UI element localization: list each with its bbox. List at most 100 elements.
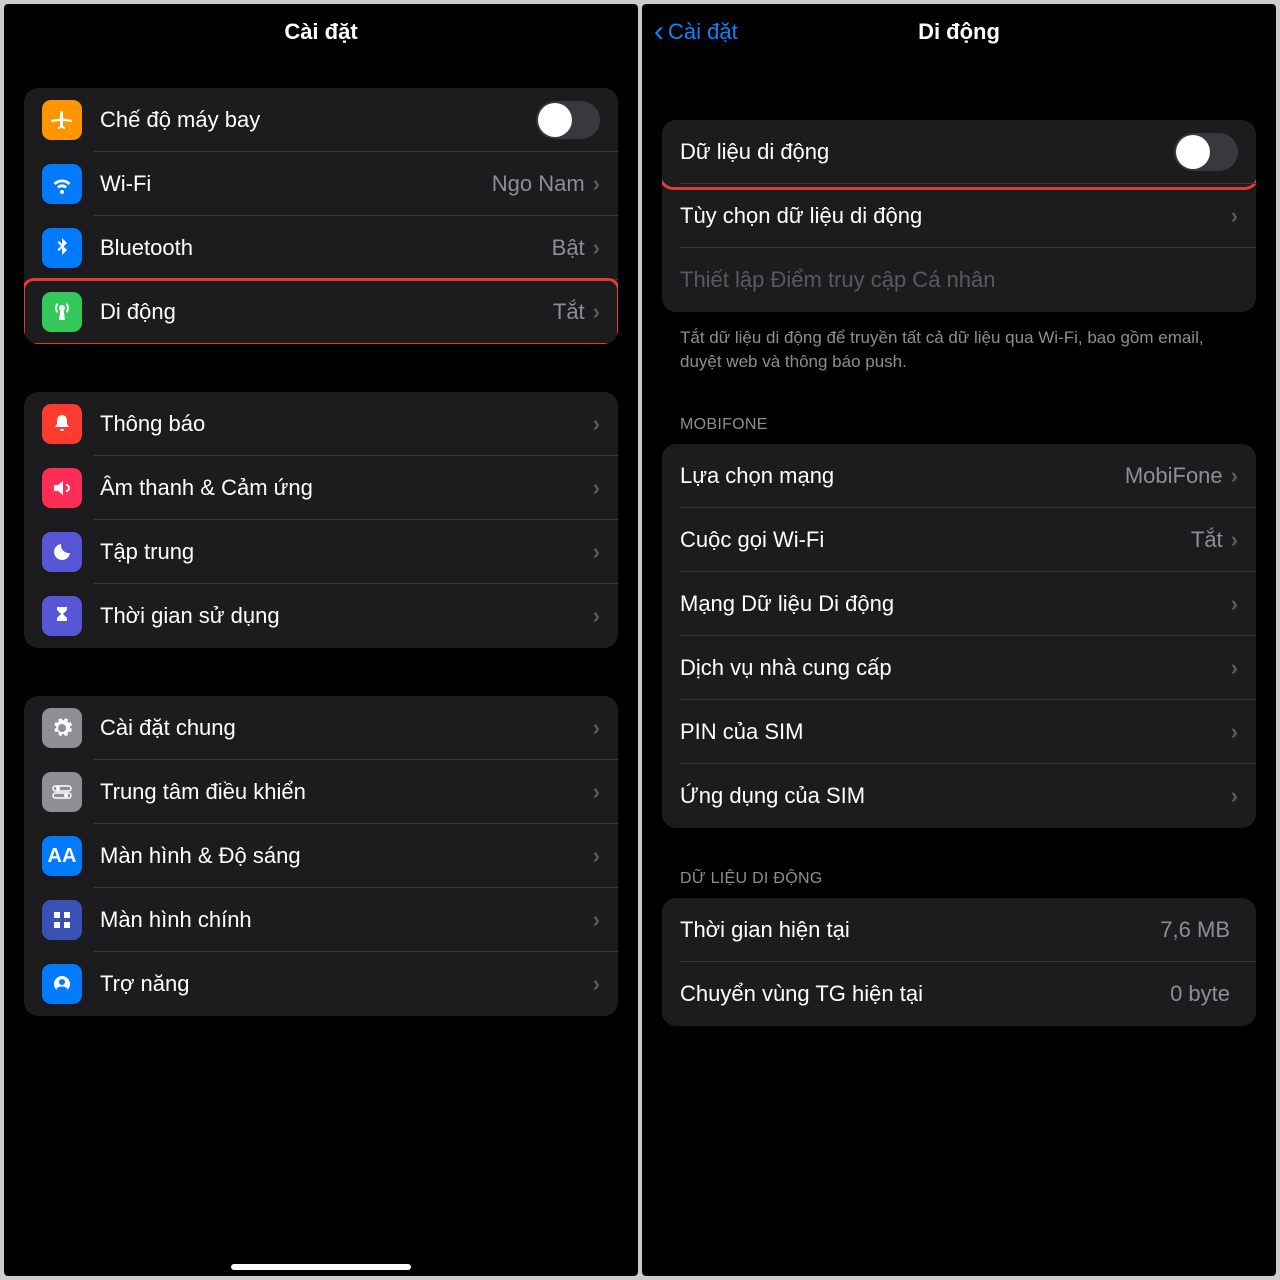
chevron-right-icon: › [593, 171, 600, 197]
row-general[interactable]: Cài đặt chung› [24, 696, 618, 760]
row-label: Chuyển vùng TG hiện tại [680, 981, 1170, 1007]
section-header-carrier: MOBIFONE [662, 398, 1256, 444]
row-value: Bật [552, 235, 585, 261]
row-label: Di động [100, 299, 553, 325]
hourglass-icon [42, 596, 82, 636]
home-indicator[interactable] [231, 1264, 411, 1270]
row-datanetwork[interactable]: Mạng Dữ liệu Di động› [662, 572, 1256, 636]
row-accessibility[interactable]: Trợ năng› [24, 952, 618, 1016]
chevron-right-icon: › [593, 299, 600, 325]
row-label: PIN của SIM [680, 719, 1231, 745]
chevron-right-icon: › [593, 539, 600, 565]
left-settings-screen: Cài đặt Chế độ máy bayWi-FiNgo Nam›Bluet… [4, 4, 638, 1276]
row-label: Trung tâm điều khiển [100, 779, 593, 805]
row-label: Lựa chọn mạng [680, 463, 1125, 489]
chevron-right-icon: › [1231, 591, 1238, 617]
bell-icon [42, 404, 82, 444]
row-currentperiod[interactable]: Thời gian hiện tại7,6 MB [662, 898, 1256, 962]
chevron-right-icon: › [1231, 655, 1238, 681]
row-label: Thông báo [100, 411, 593, 437]
right-cellular-screen: ‹ Cài đặt Di động Dữ liệu di động Tùy chọ… [642, 4, 1276, 1276]
row-controlcenter[interactable]: Trung tâm điều khiển› [24, 760, 618, 824]
row-value: Ngo Nam [492, 171, 585, 197]
row-label: Trợ năng [100, 971, 593, 997]
wifi-icon [42, 164, 82, 204]
row-bluetooth[interactable]: BluetoothBật › [24, 216, 618, 280]
chevron-right-icon: › [1231, 527, 1238, 553]
row-hotspot: Thiết lập Điểm truy cập Cá nhân [662, 248, 1256, 312]
row-label: Cài đặt chung [100, 715, 593, 741]
row-label: Thiết lập Điểm truy cập Cá nhân [680, 267, 1238, 293]
footer-description: Tắt dữ liệu di động để truyền tất cả dữ … [662, 312, 1256, 374]
row-wificall[interactable]: Cuộc gọi Wi-FiTắt › [662, 508, 1256, 572]
row-simapps[interactable]: Ứng dụng của SIM› [662, 764, 1256, 828]
row-label: Thời gian sử dụng [100, 603, 593, 629]
row-label: Chế độ máy bay [100, 107, 536, 133]
row-network[interactable]: Lựa chọn mạngMobiFone › [662, 444, 1256, 508]
chevron-right-icon: › [593, 411, 600, 437]
chevron-right-icon: › [593, 971, 600, 997]
toggle-switch[interactable] [1174, 133, 1238, 171]
row-dataoptions[interactable]: Tùy chọn dữ liệu di động› [662, 184, 1256, 248]
row-label: Thời gian hiện tại [680, 917, 1160, 943]
chevron-right-icon: › [593, 475, 600, 501]
row-value: Tắt [1191, 527, 1223, 553]
bluetooth-icon [42, 228, 82, 268]
gear-icon [42, 708, 82, 748]
row-label: Tùy chọn dữ liệu di động [680, 203, 1231, 229]
row-carrier[interactable]: Dịch vụ nhà cung cấp› [662, 636, 1256, 700]
row-notifications[interactable]: Thông báo› [24, 392, 618, 456]
row-wifi[interactable]: Wi-FiNgo Nam › [24, 152, 618, 216]
chevron-right-icon: › [1231, 719, 1238, 745]
nav-bar: Cài đặt [4, 4, 638, 60]
antenna-icon [42, 292, 82, 332]
row-label: Màn hình & Độ sáng [100, 843, 593, 869]
back-label: Cài đặt [668, 19, 738, 45]
row-screentime[interactable]: Thời gian sử dụng› [24, 584, 618, 648]
person-icon [42, 964, 82, 1004]
chevron-right-icon: › [593, 603, 600, 629]
row-label: Ứng dụng của SIM [680, 783, 1231, 809]
row-label: Tập trung [100, 539, 593, 565]
chevron-right-icon: › [593, 843, 600, 869]
moon-icon [42, 532, 82, 572]
speaker-icon [42, 468, 82, 508]
row-label: Màn hình chính [100, 907, 593, 933]
row-simpin[interactable]: PIN của SIM› [662, 700, 1256, 764]
row-label: Cuộc gọi Wi-Fi [680, 527, 1191, 553]
row-roaming[interactable]: Chuyển vùng TG hiện tại0 byte [662, 962, 1256, 1026]
chevron-right-icon: › [593, 907, 600, 933]
page-title: Cài đặt [284, 19, 357, 45]
row-homescreen[interactable]: Màn hình chính› [24, 888, 618, 952]
row-value: MobiFone [1125, 463, 1223, 489]
chevron-left-icon: ‹ [654, 17, 664, 47]
row-value: 7,6 MB [1160, 917, 1230, 943]
toggle-switch[interactable] [536, 101, 600, 139]
switches-icon [42, 772, 82, 812]
section-header-data: DỮ LIỆU DI ĐỘNG [662, 852, 1256, 898]
chevron-right-icon: › [593, 779, 600, 805]
row-sounds[interactable]: Âm thanh & Cảm ứng› [24, 456, 618, 520]
chevron-right-icon: › [593, 235, 600, 261]
chevron-right-icon: › [1231, 463, 1238, 489]
airplane-icon [42, 100, 82, 140]
chevron-right-icon: › [593, 715, 600, 741]
row-label: Âm thanh & Cảm ứng [100, 475, 593, 501]
row-value: Tắt [553, 299, 585, 325]
back-button[interactable]: ‹ Cài đặt [654, 17, 738, 47]
row-label: Dịch vụ nhà cung cấp [680, 655, 1231, 681]
row-cellular[interactable]: Di độngTắt › [24, 280, 618, 344]
chevron-right-icon: › [1231, 203, 1238, 229]
row-label: Wi-Fi [100, 171, 492, 197]
row-label: Mạng Dữ liệu Di động [680, 591, 1231, 617]
row-focus[interactable]: Tập trung› [24, 520, 618, 584]
row-label: Bluetooth [100, 235, 552, 261]
aa-icon: AA [42, 836, 82, 876]
row-mobiledata[interactable]: Dữ liệu di động [662, 120, 1256, 184]
row-display[interactable]: AA Màn hình & Độ sáng› [24, 824, 618, 888]
row-label: Dữ liệu di động [680, 139, 1174, 165]
row-airplane[interactable]: Chế độ máy bay [24, 88, 618, 152]
nav-bar: ‹ Cài đặt Di động [642, 4, 1276, 60]
grid-icon [42, 900, 82, 940]
page-title: Di động [918, 19, 1000, 45]
